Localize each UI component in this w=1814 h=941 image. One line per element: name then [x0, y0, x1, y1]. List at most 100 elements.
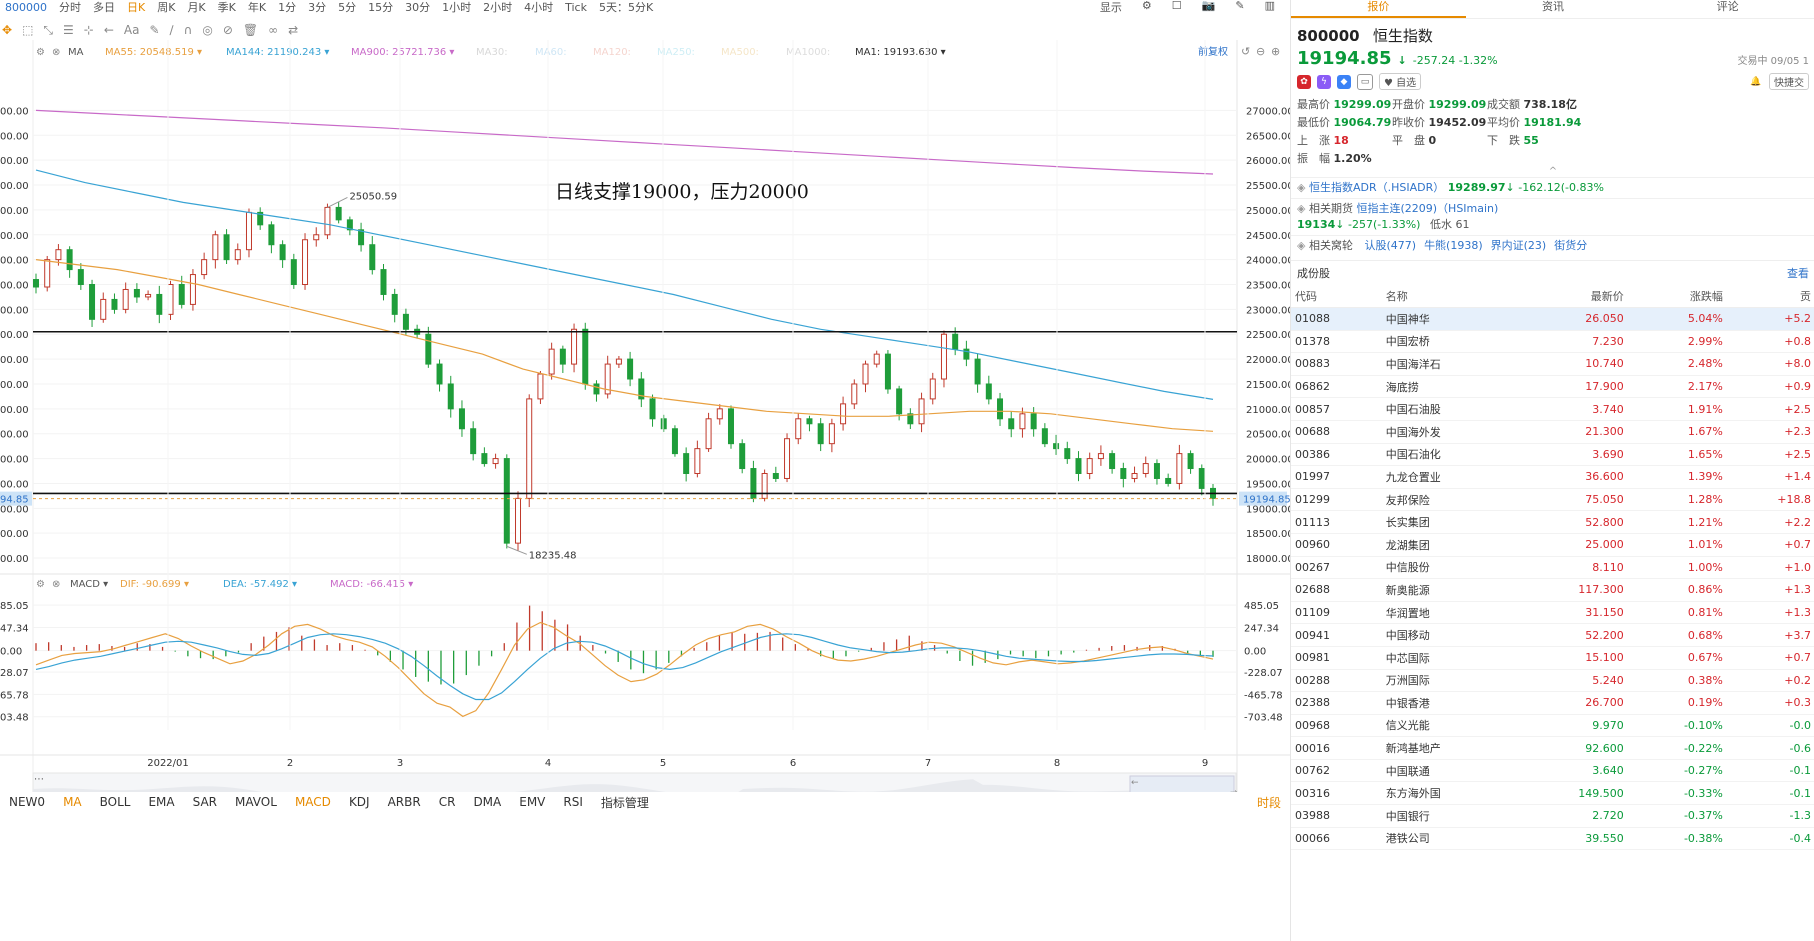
indicator-tab-9[interactable]: CR: [430, 795, 465, 809]
line-tool-icon[interactable]: ⤡: [43, 23, 53, 38]
indicator-tab-11[interactable]: EMV: [510, 795, 554, 809]
settings-icon[interactable]: ⚙: [1137, 0, 1159, 15]
table-row[interactable]: 00762 中国联通 3.640 -0.27% -0.1: [1291, 759, 1814, 783]
table-row[interactable]: 00857 中国石油股 3.740 1.91% +2.5: [1291, 397, 1814, 421]
panel-tab-1[interactable]: 资讯: [1466, 0, 1641, 18]
text-tool[interactable]: Aa: [124, 23, 140, 37]
table-row[interactable]: 00688 中国海外发 21.300 1.67% +2.3: [1291, 420, 1814, 444]
indicator-tab-5[interactable]: MAVOL: [226, 795, 286, 809]
period-tab-7[interactable]: 1分: [273, 0, 303, 15]
table-row[interactable]: 00316 东方海外国 149.500 -0.33% -0.1: [1291, 781, 1814, 806]
period-tab-2[interactable]: 日K: [122, 0, 152, 15]
panel-tab-2[interactable]: 评论: [1640, 0, 1814, 18]
period-tab-11[interactable]: 30分: [400, 0, 437, 15]
camera-icon[interactable]: 📷: [1197, 0, 1223, 15]
column-header-1[interactable]: 名称: [1381, 285, 1515, 308]
chart-area[interactable]: ⚙ ⊗ MA MA55: 20548.519 ▾ MA144: 21190.243 ▾ M…: [0, 40, 1294, 814]
warrant-link-0[interactable]: 认股(477): [1364, 239, 1416, 252]
period-tab-8[interactable]: 3分: [303, 0, 333, 15]
table-row[interactable]: 01299 友邦保险 75.050 1.28% +18.8: [1291, 488, 1814, 512]
period-tab-1[interactable]: 多日: [88, 0, 122, 15]
table-row[interactable]: 00968 信义光能 9.970 -0.10% -0.0: [1291, 714, 1814, 738]
layout-icon[interactable]: ☐: [1167, 0, 1189, 15]
period-tab-6[interactable]: 年K: [243, 0, 273, 15]
crosshair-icon[interactable]: ✥: [2, 23, 12, 37]
futures-name[interactable]: 恒指主连(2209)（HSImain): [1356, 202, 1498, 215]
table-row[interactable]: 01997 九龙仓置业 36.600 1.39% +1.4: [1291, 465, 1814, 489]
column-header-3[interactable]: 涨跌幅: [1627, 285, 1727, 308]
edit-icon[interactable]: ✎: [1230, 0, 1251, 15]
period-tab-14[interactable]: 4小时: [519, 0, 560, 15]
indicator-tab-12[interactable]: RSI: [554, 795, 592, 809]
warrant-link-2[interactable]: 界内证(23): [1491, 239, 1547, 252]
hide-icon[interactable]: ⊘: [223, 23, 233, 37]
indicator-tab-8[interactable]: ARBR: [379, 795, 430, 809]
period-tab-5[interactable]: 季K: [213, 0, 243, 15]
period-tab-3[interactable]: 周K: [152, 0, 182, 15]
kline-chart[interactable]: ⚙ ⊗ MA MA55: 20548.519 ▾ MA144: 21190.243 ▾ M…: [0, 40, 1294, 814]
pen-icon[interactable]: ∕: [170, 23, 174, 37]
table-row[interactable]: 00981 中芯国际 15.100 0.67% +0.7: [1291, 646, 1814, 670]
indicator-tab-1[interactable]: MA: [54, 795, 91, 809]
period-tab-16[interactable]: 5天：5分K: [594, 0, 660, 15]
quick-trade-button[interactable]: 快捷交: [1769, 73, 1809, 90]
add-favorite-button[interactable]: ♥ 自选: [1379, 73, 1422, 90]
table-row[interactable]: 02688 新奥能源 117.300 0.86% +1.3: [1291, 578, 1814, 602]
period-tab-4[interactable]: 月K: [182, 0, 212, 15]
indicator-tab-7[interactable]: KDJ: [340, 795, 379, 809]
period-tab-9[interactable]: 5分: [333, 0, 363, 15]
futures-row[interactable]: ◈ 相关期货 恒指主连(2209)（HSImain) 19134↓ -257(-…: [1291, 198, 1814, 235]
table-row[interactable]: 00066 港铁公司 39.550 -0.38% -0.4: [1291, 827, 1814, 851]
display-menu[interactable]: 显示: [1095, 0, 1129, 15]
tag-icon[interactable]: ◆: [1337, 74, 1351, 89]
view-all-link[interactable]: 查看: [1787, 265, 1809, 281]
link-icon[interactable]: ∞: [268, 23, 278, 37]
table-row[interactable]: 01378 中国宏桥 7.230 2.99% +0.8: [1291, 330, 1814, 354]
brush-icon[interactable]: ✎: [149, 23, 159, 37]
period-tab-13[interactable]: 2小时: [478, 0, 519, 15]
indicator-tab-0[interactable]: NEW0: [0, 795, 54, 809]
column-header-0[interactable]: 代码: [1291, 285, 1382, 308]
compare-icon[interactable]: ⇄: [288, 23, 298, 37]
table-row[interactable]: 00941 中国移动 52.200 0.68% +3.7: [1291, 623, 1814, 647]
indicator-tab-6[interactable]: MACD: [286, 795, 340, 809]
period-tab-12[interactable]: 1小时: [437, 0, 478, 15]
table-row[interactable]: 00288 万洲国际 5.240 0.38% +0.2: [1291, 669, 1814, 693]
symbol-code[interactable]: 800000: [0, 1, 54, 14]
adr-label[interactable]: 恒生指数ADR（.HSIADR）: [1309, 181, 1444, 194]
period-tab-0[interactable]: 分时: [54, 0, 88, 15]
column-header-2[interactable]: 最新价: [1514, 285, 1628, 308]
sidebar-icon[interactable]: ▥: [1260, 0, 1282, 15]
warrant-link-3[interactable]: 街货分: [1554, 239, 1587, 252]
table-row[interactable]: 03988 中国银行 2.720 -0.37% -1.3: [1291, 804, 1814, 828]
select-rect-icon[interactable]: ⬚: [22, 23, 33, 37]
table-row[interactable]: 01088 中国神华 26.050 5.04% +5.2: [1291, 307, 1814, 331]
fib-tool-icon[interactable]: ⊹: [84, 23, 94, 37]
lightning-icon[interactable]: ϟ: [1317, 74, 1331, 89]
period-tab-15[interactable]: Tick: [560, 1, 594, 14]
session-button[interactable]: 时段: [1248, 794, 1290, 811]
indicator-tab-3[interactable]: EMA: [139, 795, 183, 809]
table-row[interactable]: 06862 海底捞 17.900 2.17% +0.9: [1291, 375, 1814, 399]
table-row[interactable]: 00386 中国石油化 3.690 1.65% +2.5: [1291, 443, 1814, 467]
collapse-icon[interactable]: ^: [1291, 166, 1814, 177]
table-row[interactable]: 00016 新鸿基地产 92.600 -0.22% -0.6: [1291, 736, 1814, 760]
indicator-tab-4[interactable]: SAR: [184, 795, 226, 809]
table-row[interactable]: 00883 中国海洋石 10.740 2.48% +8.0: [1291, 352, 1814, 376]
table-row[interactable]: 01109 华润置地 31.150 0.81% +1.3: [1291, 601, 1814, 625]
column-header-4[interactable]: 贡: [1726, 285, 1814, 308]
table-row[interactable]: 02388 中银香港 26.700 0.19% +0.3: [1291, 691, 1814, 715]
list-tool-icon[interactable]: ☰: [63, 23, 74, 37]
table-row[interactable]: 01113 长实集团 52.800 1.21% +2.2: [1291, 510, 1814, 534]
magnet-icon[interactable]: ∩: [184, 23, 193, 37]
bell-icon[interactable]: 🔔: [1749, 75, 1763, 89]
trash-icon[interactable]: 🗑: [243, 23, 258, 37]
indicator-tab-13[interactable]: 指标管理: [592, 794, 658, 811]
back-arrow-icon[interactable]: ←: [104, 23, 114, 37]
period-tab-10[interactable]: 15分: [363, 0, 400, 15]
warrant-link-1[interactable]: 牛熊(1938): [1424, 239, 1483, 252]
card-icon[interactable]: ▭: [1357, 73, 1373, 90]
indicator-tab-2[interactable]: BOLL: [91, 795, 140, 809]
eye-icon[interactable]: ◎: [202, 23, 212, 37]
adr-row[interactable]: ◈ 恒生指数ADR（.HSIADR） 19289.97↓ -162.12(-0.…: [1291, 177, 1814, 198]
